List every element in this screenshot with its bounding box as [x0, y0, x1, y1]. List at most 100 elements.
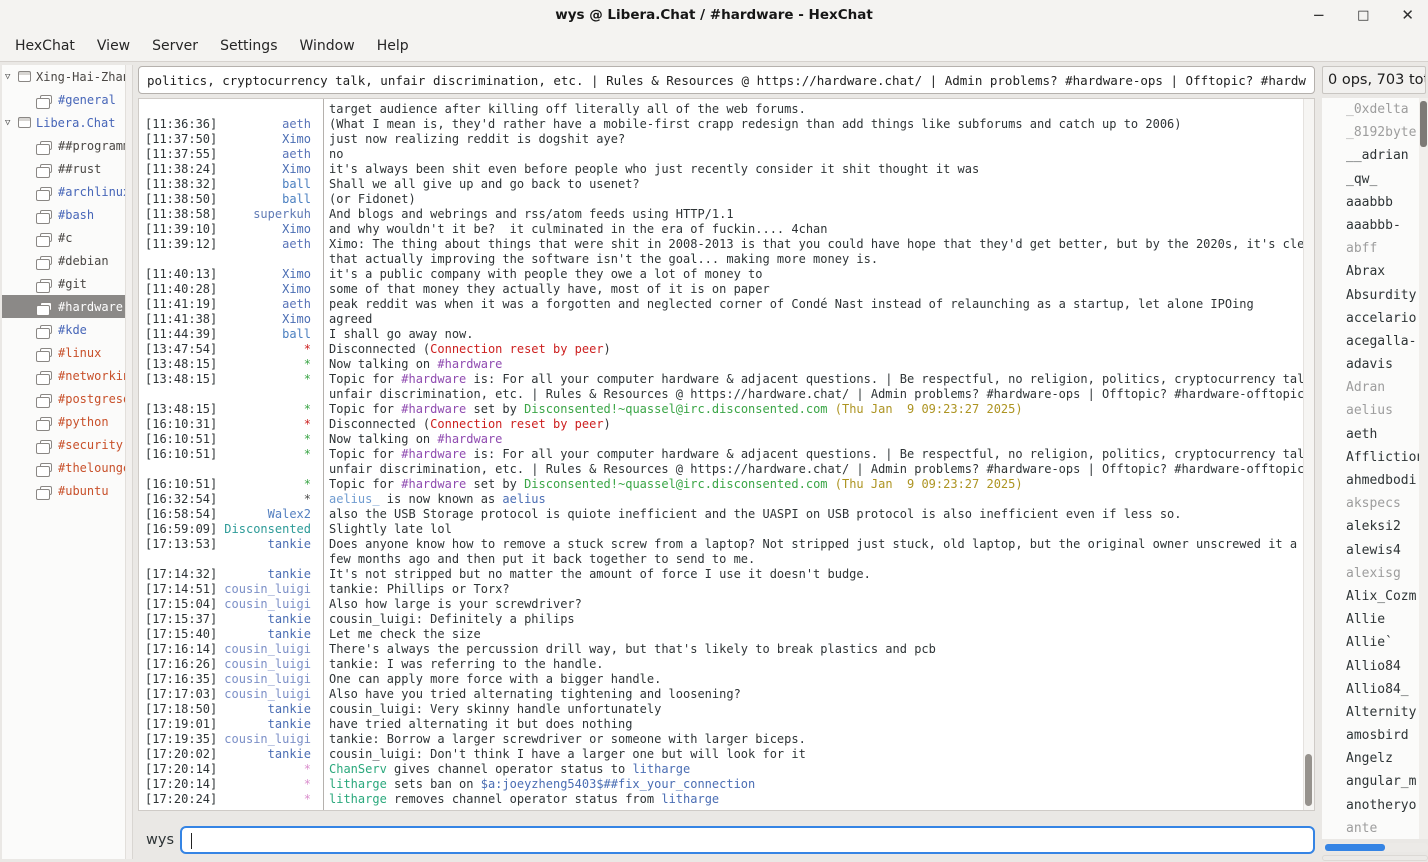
nick: tankie: [221, 747, 317, 762]
chat-scrollbar[interactable]: [1303, 99, 1314, 810]
menu-help[interactable]: Help: [366, 33, 420, 59]
tree-item-general[interactable]: #general: [2, 88, 132, 111]
tree-item-bash[interactable]: #bash: [2, 203, 132, 226]
tree-scrollbar[interactable]: [125, 65, 132, 859]
tree-item-security[interactable]: #security: [2, 433, 132, 456]
user-item[interactable]: adavis: [1322, 353, 1419, 376]
timestamp: [17:16:26]: [139, 657, 221, 672]
message-text: Now talking on #hardware: [317, 357, 1314, 372]
user-item[interactable]: aelius: [1322, 399, 1419, 422]
nick: aeth: [221, 237, 317, 252]
tree-item-archlinux[interactable]: #archlinux: [2, 180, 132, 203]
user-item[interactable]: ante: [1322, 817, 1419, 839]
user-item[interactable]: acegalla-: [1322, 330, 1419, 353]
user-item[interactable]: Allio84: [1322, 655, 1419, 678]
menu-window[interactable]: Window: [288, 33, 365, 59]
userlist-scrollbar[interactable]: [1419, 98, 1428, 839]
channel-icon: [40, 95, 52, 104]
user-item[interactable]: abff: [1322, 237, 1419, 260]
tree-item-networking[interactable]: #networking: [2, 364, 132, 387]
chat-row: [11:40:28]Ximosome of that money they ac…: [139, 282, 1314, 297]
user-item[interactable]: Allie: [1322, 608, 1419, 631]
chat-row: [16:10:51]*Now talking on #hardware: [139, 432, 1314, 447]
chat-row: [16:58:54]Walex2also the USB Storage pro…: [139, 507, 1314, 522]
tree-item-git[interactable]: #git: [2, 272, 132, 295]
topic-input[interactable]: [138, 66, 1315, 94]
user-item[interactable]: Alix_Cozm: [1322, 585, 1419, 608]
user-item[interactable]: Affliction: [1322, 446, 1419, 469]
chat-row: [13:48:15]*Topic for #hardware is: For a…: [139, 372, 1314, 387]
user-item[interactable]: angular_m: [1322, 770, 1419, 793]
close-button[interactable]: ✕: [1401, 8, 1414, 23]
tree-item-postgresql[interactable]: #postgresql: [2, 387, 132, 410]
tree-item-rust[interactable]: ##rust: [2, 157, 132, 180]
nick: superkuh: [221, 207, 317, 222]
user-item[interactable]: aeth: [1322, 423, 1419, 446]
timestamp: [17:20:14]: [139, 762, 221, 777]
user-item[interactable]: Angelz: [1322, 747, 1419, 770]
user-item[interactable]: Abrax: [1322, 260, 1419, 283]
user-item[interactable]: aleksi2: [1322, 515, 1419, 538]
menu-view[interactable]: View: [86, 33, 141, 59]
timestamp: [17:15:40]: [139, 627, 221, 642]
user-item[interactable]: __adrian: [1322, 144, 1419, 167]
tree-item-debian[interactable]: #debian: [2, 249, 132, 272]
message-text: have tried alternating it but does nothi…: [317, 717, 1314, 732]
user-item[interactable]: _8192byte: [1322, 121, 1419, 144]
minimize-button[interactable]: −: [1313, 8, 1326, 23]
tree-item-xing-hai-zhan[interactable]: ▽Xing-Hai-Zhan: [2, 65, 132, 88]
expander-icon[interactable]: ▽: [5, 72, 18, 82]
message-input[interactable]: [180, 826, 1315, 854]
tree-item-thelounge[interactable]: #thelounge: [2, 456, 132, 479]
user-item[interactable]: amosbird: [1322, 724, 1419, 747]
tree-item-linux[interactable]: #linux: [2, 341, 132, 364]
channel-tree[interactable]: ▽Xing-Hai-Zhan#general▽Libera.Chat##prog…: [2, 65, 133, 859]
user-item[interactable]: Adran: [1322, 376, 1419, 399]
user-list[interactable]: _0xdelta_8192byte__adrian_qw_aaabbbaaabb…: [1322, 98, 1419, 839]
chat-row: [13:48:15]*Now talking on #hardware: [139, 357, 1314, 372]
message-text: There's always the percussion drill way,…: [317, 642, 1314, 657]
user-item[interactable]: aaabbb: [1322, 191, 1419, 214]
chat-view[interactable]: target audience after killing off litera…: [138, 98, 1315, 811]
user-item[interactable]: anotheryo: [1322, 794, 1419, 817]
user-item[interactable]: _qw_: [1322, 168, 1419, 191]
user-item[interactable]: Allio84_: [1322, 678, 1419, 701]
nick-button[interactable]: wys: [146, 832, 174, 848]
menu-hexchat[interactable]: HexChat: [4, 33, 86, 59]
expander-icon[interactable]: ▽: [5, 118, 18, 128]
user-item[interactable]: Allie`: [1322, 631, 1419, 654]
user-item[interactable]: akspecs: [1322, 492, 1419, 515]
nick: *: [221, 792, 317, 807]
message-text: One can apply more force with a bigger h…: [317, 672, 1314, 687]
nick: *: [221, 492, 317, 507]
user-item[interactable]: aaabbb-: [1322, 214, 1419, 237]
channel-icon: [40, 440, 52, 449]
user-item[interactable]: Alternity: [1322, 701, 1419, 724]
user-item[interactable]: ahmedbodi: [1322, 469, 1419, 492]
userlist-scrollbar-thumb[interactable]: [1420, 101, 1427, 147]
tree-item-programming[interactable]: ##programming: [2, 134, 132, 157]
tree-item-hardware[interactable]: #hardware: [2, 295, 132, 318]
user-item[interactable]: alewis4: [1322, 539, 1419, 562]
tree-item-kde[interactable]: #kde: [2, 318, 132, 341]
channel-icon: [40, 187, 52, 196]
message-text: tankie: Phillips or Torx?: [317, 582, 1314, 597]
menu-server[interactable]: Server: [141, 33, 209, 59]
menu-bar: HexChatViewServerSettingsWindowHelp: [0, 31, 1428, 62]
tree-item-python[interactable]: #python: [2, 410, 132, 433]
nick: *: [221, 477, 317, 492]
tree-item-c[interactable]: #c: [2, 226, 132, 249]
maximize-button[interactable]: □: [1357, 9, 1369, 22]
nick: cousin_luigi: [221, 642, 317, 657]
tree-item-libera.chat[interactable]: ▽Libera.Chat: [2, 111, 132, 134]
message-text: Topic for #hardware is: For all your com…: [317, 372, 1314, 387]
user-item[interactable]: accelario: [1322, 307, 1419, 330]
user-item[interactable]: alexisg: [1322, 562, 1419, 585]
chat-row: [11:39:12]aethXimo: The thing about thin…: [139, 237, 1314, 252]
userlist-hscrollbar-thumb[interactable]: [1325, 844, 1385, 851]
menu-settings[interactable]: Settings: [209, 33, 288, 59]
user-item[interactable]: _0xdelta: [1322, 98, 1419, 121]
user-item[interactable]: Absurdity: [1322, 284, 1419, 307]
tree-item-ubuntu[interactable]: #ubuntu: [2, 479, 132, 502]
chat-scrollbar-thumb[interactable]: [1305, 754, 1312, 806]
